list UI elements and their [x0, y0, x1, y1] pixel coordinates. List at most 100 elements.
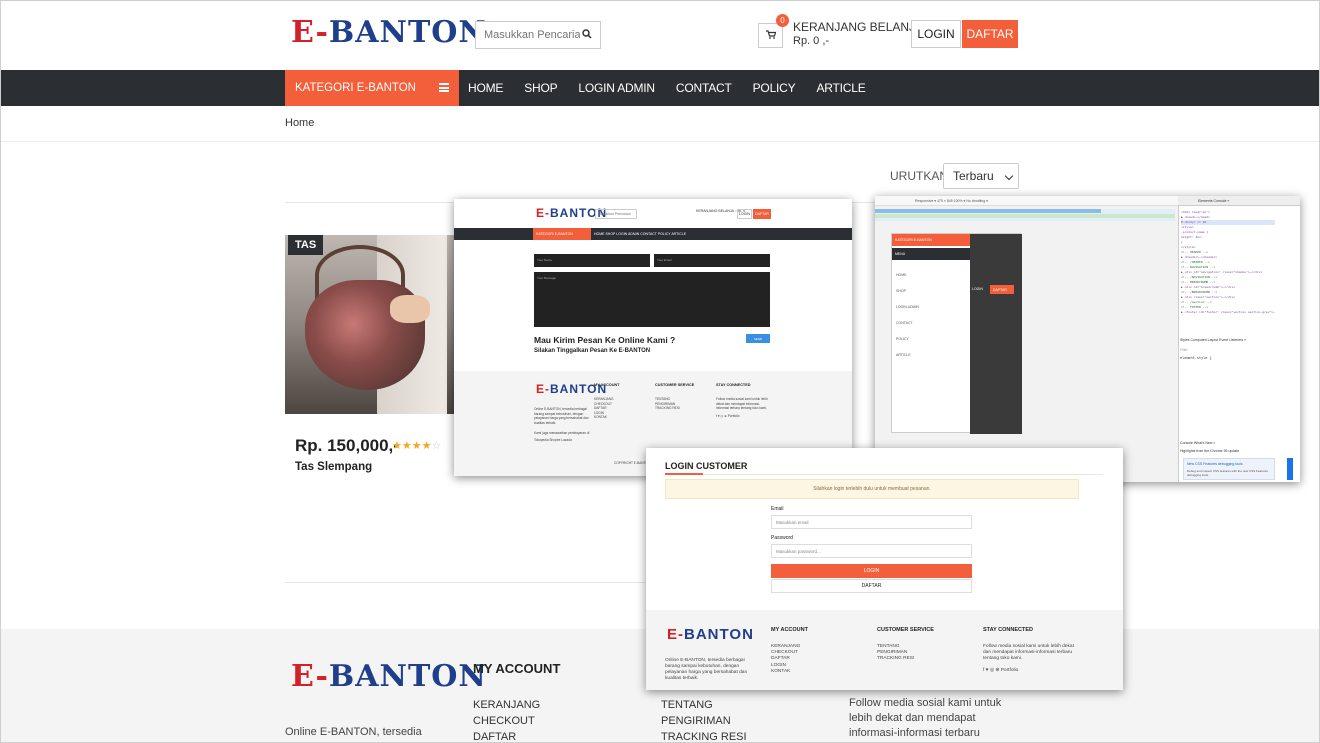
cart-count-badge: 0	[776, 14, 789, 27]
mini-contact-heading: Mau Kirim Pesan Ke Online Kami ?	[534, 335, 676, 345]
mini-category: KATEGORI E-BANTON	[533, 228, 591, 240]
site-logo[interactable]: E-BANTON	[291, 15, 487, 50]
mini-login-footer-social: Follow media sosial kami untuk lebih dek…	[983, 644, 1074, 662]
mini-scroll-indicator	[1287, 458, 1293, 480]
mini-console-tabs: Console What's New ×	[1180, 441, 1216, 445]
mini-login-social-icons: f ♥ ◎ ⊕ Portfolio	[983, 668, 1019, 673]
category-menu-button[interactable]: KATEGORI E-BANTON	[285, 70, 459, 106]
mini-message-field: Your Message	[534, 272, 770, 327]
nav-item-home[interactable]: HOME	[468, 81, 503, 95]
mini-login-footer-stay: STAY CONNECTED	[983, 627, 1034, 633]
footer-link-tentang[interactable]: TENTANG	[661, 697, 747, 713]
mini-footer-payment: Kami juga menawarkan pembayaran di	[534, 431, 590, 435]
mini-send-button: SEND	[746, 334, 770, 343]
nav-menu: HOME SHOP LOGIN ADMIN CONTACT POLICY ART…	[468, 70, 887, 106]
mini-phone-item: SHOP	[896, 289, 906, 293]
mini-devtools-tab-labels: Elements Console »	[1198, 199, 1230, 203]
mini-login-submit: LOGIN	[771, 564, 972, 578]
mini-link: KONTAK	[771, 668, 791, 674]
mini-element-style: element.style {	[1180, 356, 1212, 360]
mini-contact-subheading: Silakan Tinggalkan Pesan Ke E-BANTON	[534, 348, 651, 354]
mini-footer-my-account: MY ACCOUNT	[594, 383, 620, 387]
breadcrumb[interactable]: Home	[285, 117, 314, 129]
search-input[interactable]	[484, 29, 580, 41]
mini-daftar-button: DAFTAR	[771, 579, 972, 593]
sort-select[interactable]: Terbaru	[943, 163, 1019, 189]
product-name[interactable]: Tas Slempang	[295, 461, 372, 473]
mini-login-footer-links-1: KERANJANG CHECKOUT DAFTAR LOGIN KONTAK	[771, 644, 800, 675]
mini-title-accent	[665, 473, 703, 475]
mini-link: KONTAK	[594, 415, 607, 419]
mini-link: TRACKING RESI	[655, 406, 680, 410]
footer-social-text: Follow media sosial kami untuk lebih dek…	[849, 697, 1002, 739]
screenshot-contact-page: E-BANTON Masukkan Pencarian KERANJANG BE…	[454, 199, 852, 476]
mini-news-card: New CSS Features debugging tools Debug a…	[1183, 458, 1275, 480]
cart-total: Rp. 0 ,-	[793, 35, 830, 47]
search-icon[interactable]	[582, 28, 592, 42]
product-image[interactable]	[285, 235, 455, 414]
mini-code-line: ▶ <footer id="footer" class="section sec…	[1181, 310, 1275, 314]
mini-dom-tree: <html lang="en"> ▶ <head>…</head> ▼ <bod…	[1181, 210, 1275, 315]
footer-link-checkout[interactable]: CHECKOUT	[473, 713, 540, 729]
footer-link-daftar[interactable]: DAFTAR	[473, 729, 540, 742]
mini-login-footer-cs: CUSTOMER SERVICE	[877, 627, 934, 633]
mini-link: KERANJANG	[594, 397, 614, 401]
mini-styles-tabs: Styles Computed Layout Event Listeners »	[1180, 338, 1247, 342]
screenshot-devtools: Responsive ▾ 475 × 845 100% ▾ No throttl…	[875, 196, 1300, 482]
mini-copyright: COPYRIGHT E-BANTON	[614, 461, 651, 465]
main-navbar: KATEGORI E-BANTON HOME SHOP LOGIN ADMIN …	[1, 70, 1319, 106]
mini-devtools-tabs: Elements Console »	[1178, 196, 1300, 206]
login-button[interactable]: LOGIN	[911, 20, 961, 48]
search-box	[475, 21, 601, 49]
nav-item-contact[interactable]: CONTACT	[676, 81, 732, 95]
footer-description: Online E-BANTON, tersedia berbagai	[285, 726, 422, 742]
cart-button[interactable]	[758, 23, 783, 48]
divider	[1, 141, 1319, 142]
chevron-down-icon	[1004, 171, 1014, 181]
mini-login-button: LOGIN	[737, 209, 752, 219]
mini-footer-links-2: TENTANG PENGIRIMAN TRACKING RESI	[655, 397, 680, 411]
mini-styles-filter: Filter	[1180, 348, 1188, 352]
footer-my-account-links: KERANJANG CHECKOUT DAFTAR	[473, 697, 540, 742]
mini-daftar-button: DAFTAR	[753, 209, 771, 219]
nav-item-policy[interactable]: POLICY	[753, 81, 796, 95]
mini-email-label: Email	[771, 506, 784, 512]
footer-link-tracking-resi[interactable]: TRACKING RESI	[661, 729, 747, 742]
footer-link-keranjang[interactable]: KERANJANG	[473, 697, 540, 713]
mini-email-field: Your Email	[654, 254, 770, 267]
mini-media-ruler	[875, 209, 1175, 221]
cart-title: KERANJANG BELANJA :	[793, 20, 930, 34]
footer-link-pengiriman[interactable]: PENGIRIMAN	[661, 713, 747, 729]
mini-phone-item: ARTICLE	[896, 353, 911, 357]
star-empty-icon: ☆	[431, 440, 442, 452]
nav-item-shop[interactable]: SHOP	[524, 81, 557, 95]
mini-login-footer-my-account: MY ACCOUNT	[771, 627, 808, 633]
cart-icon	[765, 29, 776, 42]
daftar-button[interactable]: DAFTAR	[962, 20, 1018, 48]
product-rating: ★★★★☆	[392, 439, 441, 452]
mini-link: TRACKING RESI	[877, 656, 915, 662]
mini-footer-social: Follow media sosial kami untuk lebih dek…	[716, 397, 768, 410]
mini-footer-payment-methods: Tokopedia Shopee Lazada	[534, 438, 572, 442]
mini-login-footer-desc: Online E-BANTON, tersedia berbagai baran…	[665, 658, 748, 681]
footer-cs-links: TENTANG PENGIRIMAN TRACKING RESI	[661, 697, 747, 742]
mini-news-title: New CSS Features debugging tools	[1187, 462, 1243, 466]
footer-logo: E-BANTON	[291, 659, 487, 694]
star-icons: ★★★★	[392, 440, 432, 452]
mini-footer-stay: STAY CONNECTED	[716, 383, 751, 387]
product-price: Rp. 150,000,-	[295, 436, 399, 455]
mini-title-underline	[665, 474, 1103, 475]
nav-item-login-admin[interactable]: LOGIN ADMIN	[578, 81, 655, 95]
mini-footer-desc: Online E-BANTON, tersedia berbagai baran…	[534, 407, 589, 425]
mini-phone-daftar: DAFTAR	[990, 285, 1014, 294]
mini-phone-item: CONTACT	[896, 321, 913, 325]
footer-my-account-title: MY ACCOUNT	[473, 661, 561, 676]
mini-login-alert: Silahkan login terlebih dulu untuk membu…	[665, 479, 1079, 499]
mini-email-input: Masukkan email	[771, 515, 972, 529]
mini-login-footer-logo: E-BANTON	[667, 626, 754, 643]
nav-item-article[interactable]: ARTICLE	[816, 81, 865, 95]
product-category-tag: TAS	[288, 235, 324, 255]
mini-nav-items: HOME SHOP LOGIN ADMIN CONTACT POLICY ART…	[594, 232, 687, 236]
mini-phone-category: KATEGORI E-BANTON	[892, 234, 970, 246]
mini-footer-cs: CUSTOMER SERVICE	[655, 383, 695, 387]
